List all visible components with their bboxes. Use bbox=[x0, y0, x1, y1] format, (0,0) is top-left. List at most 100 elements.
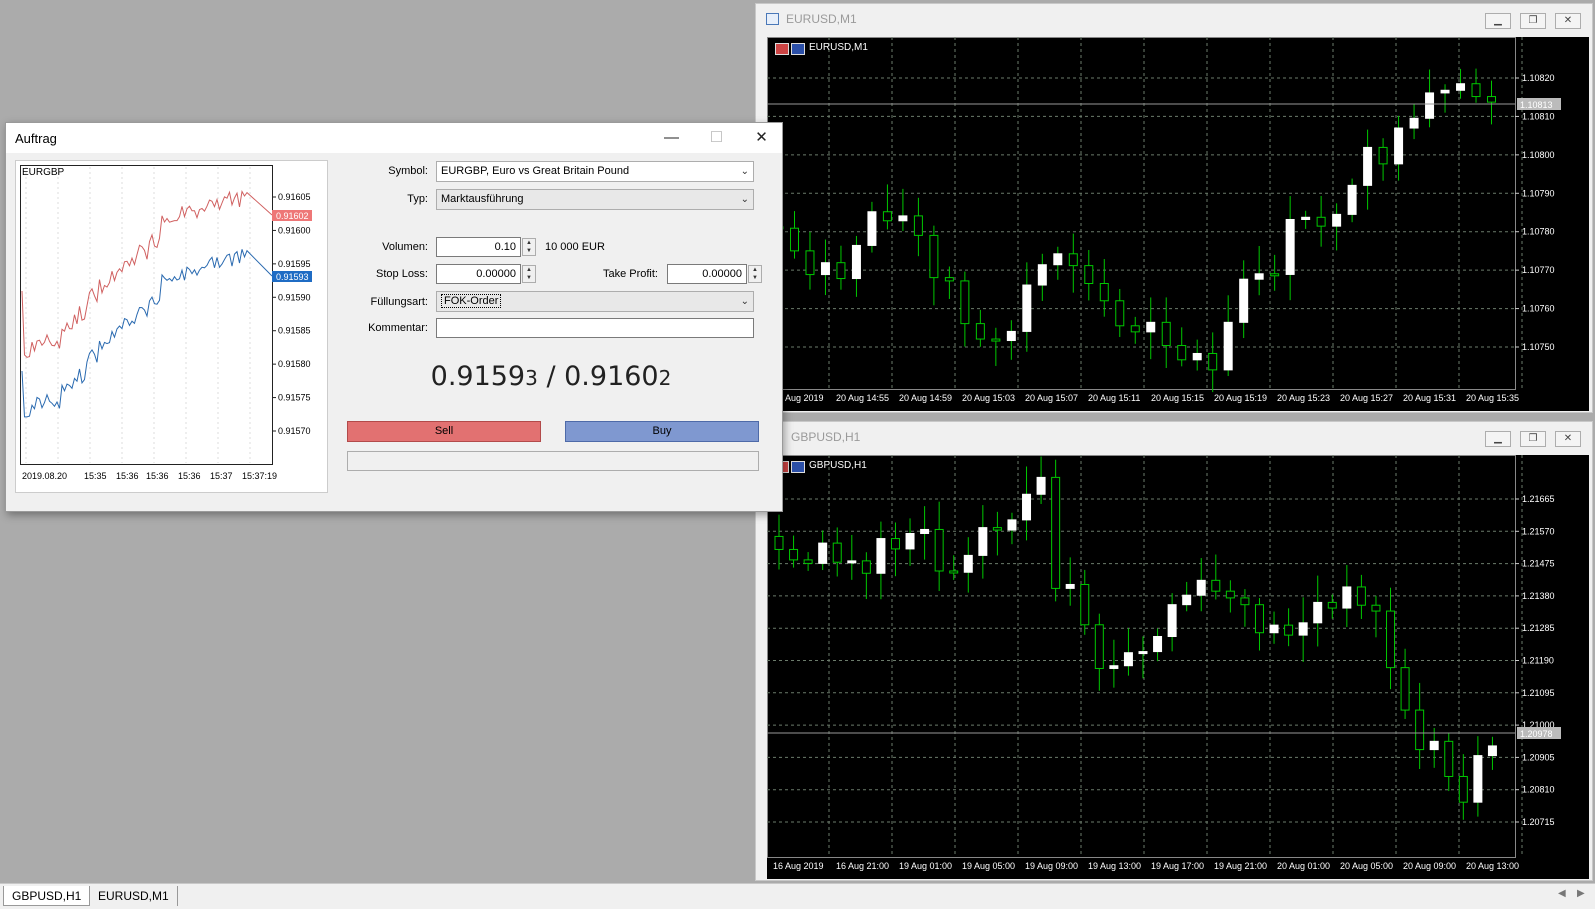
time-label: 20 Aug 15:19 bbox=[1214, 393, 1267, 403]
buy-button[interactable]: Buy bbox=[565, 421, 759, 442]
eurusd-plot-area[interactable]: 1.10820 1.10810 1.10800 1.10790 1.10780 1.107… bbox=[767, 37, 1589, 411]
volume-stepper[interactable]: ▲ ▼ bbox=[522, 238, 536, 256]
symbol-value: EURGBP, Euro vs Great Britain Pound bbox=[441, 165, 630, 177]
candle-body bbox=[1036, 476, 1046, 495]
type-select[interactable]: Marktausführung ⌄ bbox=[436, 189, 754, 210]
price-label: 0.91575 bbox=[278, 393, 311, 403]
eurusd-chart-window[interactable]: EURUSD,M1 ▁ ❐ ✕ 1.10820 1.10810 1.10800 1.1… bbox=[755, 3, 1593, 413]
minimize-button[interactable]: ▁ bbox=[1485, 431, 1511, 447]
takeprofit-input[interactable]: 0.00000 bbox=[667, 264, 747, 284]
price-label: 1.20905 bbox=[1522, 752, 1555, 762]
candle-body bbox=[1196, 579, 1206, 596]
time-label: 15:37:19 bbox=[242, 471, 277, 481]
time-label: 16 Aug 2019 bbox=[773, 861, 824, 871]
minimize-button[interactable]: ▁ bbox=[1485, 13, 1511, 29]
eurusd-candle-chart[interactable]: 1.10820 1.10810 1.10800 1.10790 1.10780 1.107… bbox=[767, 37, 1589, 411]
candle-body bbox=[1099, 282, 1109, 302]
candle-body bbox=[1022, 284, 1032, 332]
candle-body bbox=[1440, 89, 1450, 94]
sell-button[interactable]: Sell bbox=[347, 421, 541, 442]
candle-body bbox=[876, 538, 886, 574]
stoploss-input[interactable]: 0.00000 bbox=[436, 264, 521, 284]
candle-body bbox=[944, 277, 954, 282]
price-quote: 0.91593 / 0.91602 bbox=[351, 361, 751, 392]
dialog-minimize-button[interactable]: — bbox=[649, 123, 694, 153]
price-label: 0.91595 bbox=[278, 259, 311, 269]
gbpusd-plot-area[interactable]: 1.21665 1.21570 1.21475 1.21380 1.21285 1.211… bbox=[767, 455, 1589, 879]
price-label: 1.10750 bbox=[1522, 342, 1555, 352]
candle-body bbox=[1146, 321, 1156, 333]
eurusd-title-bar[interactable]: EURUSD,M1 ▁ ❐ ✕ bbox=[756, 4, 1592, 34]
scroll-left-icon[interactable]: ◀ bbox=[1558, 888, 1566, 899]
candle-body bbox=[1471, 83, 1481, 98]
chevron-down-icon: ⌄ bbox=[740, 166, 749, 177]
candle-body bbox=[1425, 92, 1435, 119]
close-button[interactable]: ✕ bbox=[1555, 431, 1581, 447]
tab-gbpusd-h1[interactable]: GBPUSD,H1 bbox=[3, 886, 91, 906]
candle-body bbox=[1022, 493, 1032, 521]
time-label: 15:37 bbox=[210, 471, 233, 481]
time-label: 2019.08.20 bbox=[22, 471, 67, 481]
restore-button[interactable]: ❐ bbox=[1520, 13, 1546, 29]
symbol-select[interactable]: EURGBP, Euro vs Great Britain Pound ⌄ bbox=[436, 161, 754, 182]
bid-price-label: 0.91593 bbox=[276, 272, 309, 282]
time-label: 15:35 bbox=[84, 471, 107, 481]
order-dialog[interactable]: Auftrag — ☐ ✕ 0.91605 0.91600 0.91595 0.915… bbox=[5, 122, 783, 512]
flag-icon bbox=[791, 461, 805, 473]
plot-frame bbox=[767, 37, 1516, 390]
gbpusd-chart-window[interactable]: GBPUSD,H1 ▁ ❐ ✕ 1.21665 1.21570 1.21475 1.2… bbox=[755, 421, 1593, 881]
close-button[interactable]: ✕ bbox=[1555, 13, 1581, 29]
takeprofit-label: Take Profit: bbox=[602, 268, 658, 280]
price-label: 0.91580 bbox=[278, 359, 311, 369]
volume-unit: 10 000 EUR bbox=[545, 241, 605, 253]
candle-body bbox=[1298, 622, 1308, 636]
price-label: 1.10800 bbox=[1522, 150, 1555, 160]
candle-body bbox=[1313, 601, 1323, 624]
candle-body bbox=[1239, 278, 1249, 323]
restore-button[interactable]: ❐ bbox=[1520, 431, 1546, 447]
candle-body bbox=[1208, 352, 1218, 371]
chart-tab-bar: GBPUSD,H1 EURUSD,M1 ◀ ▶ bbox=[0, 883, 1595, 909]
fill-type-label: Füllungsart: bbox=[370, 296, 428, 308]
eurusd-plot-label: EURUSD,M1 bbox=[809, 42, 868, 53]
time-label: 15:36 bbox=[178, 471, 201, 481]
flag-icon bbox=[791, 43, 805, 55]
comment-input[interactable] bbox=[436, 318, 754, 338]
candle-body bbox=[1084, 265, 1094, 284]
type-value: Marktausführung bbox=[441, 193, 524, 205]
fill-type-select[interactable]: FOK-Order ⌄ bbox=[436, 291, 754, 312]
time-label: 15:36 bbox=[146, 471, 169, 481]
price-label: 0.91600 bbox=[278, 225, 311, 235]
candle-body bbox=[978, 527, 988, 556]
candle-body bbox=[1386, 610, 1396, 669]
price-label: 1.10760 bbox=[1522, 304, 1555, 314]
gbpusd-title-bar[interactable]: GBPUSD,H1 ▁ ❐ ✕ bbox=[756, 422, 1592, 452]
dialog-maximize-button[interactable]: ☐ bbox=[694, 123, 739, 153]
candle-body bbox=[818, 542, 828, 564]
price-label: 1.21380 bbox=[1522, 591, 1555, 601]
dialog-close-button[interactable]: ✕ bbox=[739, 123, 784, 153]
volume-input[interactable]: 0.10 bbox=[436, 237, 521, 257]
candle-body bbox=[1473, 755, 1483, 803]
price-label: 1.10770 bbox=[1522, 265, 1555, 275]
scroll-right-icon[interactable]: ▶ bbox=[1577, 888, 1585, 899]
tab-eurusd-m1[interactable]: EURUSD,M1 bbox=[90, 886, 178, 906]
candle-body bbox=[1161, 321, 1171, 347]
candle-body bbox=[1394, 127, 1404, 165]
candle-body bbox=[1371, 604, 1381, 612]
candle-body bbox=[1458, 775, 1468, 803]
price-label: 1.20715 bbox=[1522, 817, 1555, 827]
candle-body bbox=[1378, 146, 1388, 165]
candle-body bbox=[1487, 745, 1497, 757]
candle-body bbox=[1356, 586, 1366, 606]
candle-body bbox=[1342, 586, 1352, 609]
candle-body bbox=[960, 280, 970, 325]
candle-body bbox=[1285, 219, 1295, 275]
dialog-title-bar[interactable]: Auftrag — ☐ ✕ bbox=[6, 123, 782, 153]
gbpusd-candle-chart[interactable]: 1.21665 1.21570 1.21475 1.21380 1.21285 1.211… bbox=[767, 455, 1589, 879]
candle-body bbox=[1429, 740, 1439, 751]
stoploss-stepper[interactable]: ▲ ▼ bbox=[522, 265, 536, 283]
chart-window-icon bbox=[766, 13, 779, 25]
takeprofit-stepper[interactable]: ▲ ▼ bbox=[748, 265, 762, 283]
candle-body bbox=[1068, 253, 1078, 267]
